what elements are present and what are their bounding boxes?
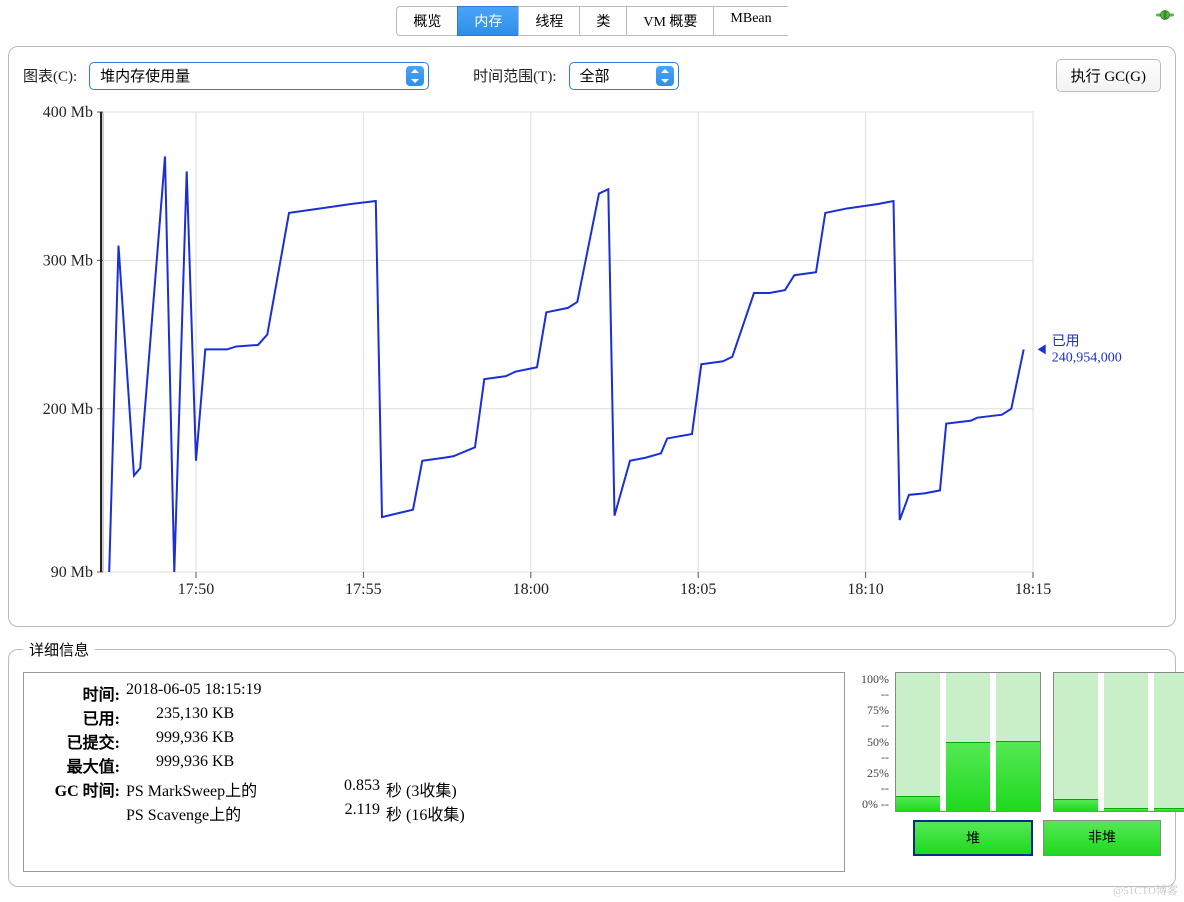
chart-select[interactable]: 堆内存使用量	[89, 62, 429, 90]
details-table: 时间:2018-06-05 18:15:19 已用:235,130 KB 已提交…	[23, 672, 845, 872]
perform-gc-button[interactable]: 执行 GC(G)	[1056, 59, 1161, 92]
chart-panel: 图表(C): 堆内存使用量 时间范围(T): 全部 执行 GC(G) 90 Mb…	[8, 46, 1176, 627]
gc1-collector: PS MarkSweep上的	[126, 777, 306, 801]
svg-text:18:05: 18:05	[680, 581, 716, 598]
max-value: 999,936 KB	[126, 753, 234, 777]
time-range-label: 时间范围(T):	[473, 65, 556, 86]
tab-overview[interactable]: 概览	[396, 6, 457, 36]
memory-pools: 100% -- 75% -- 50% -- 25% -- 0% --	[861, 672, 1161, 872]
connection-status-icon	[1156, 8, 1174, 22]
details-fieldset: 详细信息 时间:2018-06-05 18:15:19 已用:235,130 K…	[8, 639, 1176, 887]
heap-bar-0[interactable]	[896, 673, 940, 811]
svg-text:240,954,000: 240,954,000	[1052, 350, 1122, 365]
gc1-seconds: 0.853	[306, 777, 386, 801]
watermark: @51CTO博客	[1113, 882, 1178, 898]
svg-text:已用: 已用	[1052, 334, 1080, 349]
details-legend: 详细信息	[23, 639, 95, 660]
controls-row: 图表(C): 堆内存使用量 时间范围(T): 全部 执行 GC(G)	[23, 59, 1161, 92]
svg-text:18:10: 18:10	[847, 581, 883, 598]
nonheap-bar-1[interactable]	[1104, 673, 1148, 811]
nonheap-bars[interactable]	[1053, 672, 1184, 812]
max-label: 最大值:	[36, 753, 126, 777]
time-range-select[interactable]: 全部	[569, 62, 679, 90]
chart-select-value: 堆内存使用量	[100, 65, 190, 86]
heap-bars[interactable]	[895, 672, 1041, 812]
svg-text:400 Mb: 400 Mb	[43, 104, 93, 121]
tab-threads[interactable]: 线程	[518, 6, 579, 36]
time-range-value: 全部	[580, 65, 610, 86]
gc2-seconds: 2.119	[306, 801, 386, 825]
tab-bar: 概览 内存 线程 类 VM 概要 MBean	[0, 0, 1184, 40]
gc2-collector: PS Scavenge上的	[126, 801, 306, 825]
tick-75: 75% --	[861, 703, 889, 733]
used-value: 235,130 KB	[126, 705, 234, 729]
tab-mbean[interactable]: MBean	[713, 6, 787, 36]
updown-icon	[406, 66, 424, 86]
memory-usage-chart: 90 Mb 200 Mb 300 Mb 400 Mb 17:50 17:55 18:00 18…	[23, 102, 1163, 612]
heap-button[interactable]: 堆	[913, 820, 1033, 856]
time-label: 时间:	[36, 681, 126, 705]
gc-time-label: GC 时间:	[36, 777, 126, 801]
svg-text:18:15: 18:15	[1015, 581, 1051, 598]
time-value: 2018-06-05 18:15:19	[126, 681, 262, 705]
updown-icon	[656, 66, 674, 86]
tick-0: 0% --	[861, 797, 889, 812]
svg-text:200 Mb: 200 Mb	[43, 401, 93, 418]
tick-100: 100% --	[861, 672, 889, 702]
heap-bar-2[interactable]	[996, 673, 1040, 811]
nonheap-bar-2[interactable]	[1154, 673, 1184, 811]
gc2-suffix: 秒 (16收集)	[386, 801, 465, 825]
committed-label: 已提交:	[36, 729, 126, 753]
heap-bar-1[interactable]	[946, 673, 990, 811]
used-label: 已用:	[36, 705, 126, 729]
nonheap-bar-0[interactable]	[1054, 673, 1098, 811]
gc1-suffix: 秒 (3收集)	[386, 777, 457, 801]
tick-50: 50% --	[861, 735, 889, 765]
tab-memory[interactable]: 内存	[457, 6, 518, 36]
svg-text:90 Mb: 90 Mb	[51, 564, 93, 581]
nonheap-button[interactable]: 非堆	[1043, 820, 1161, 856]
tick-25: 25% --	[861, 766, 889, 796]
svg-text:18:00: 18:00	[513, 581, 549, 598]
svg-text:300 Mb: 300 Mb	[43, 252, 93, 269]
svg-text:17:50: 17:50	[178, 581, 214, 598]
tab-classes[interactable]: 类	[579, 6, 626, 36]
committed-value: 999,936 KB	[126, 729, 234, 753]
chart-select-label: 图表(C):	[23, 65, 77, 86]
tab-vm-summary[interactable]: VM 概要	[626, 6, 713, 36]
mini-ticks: 100% -- 75% -- 50% -- 25% -- 0% --	[861, 672, 889, 812]
svg-text:17:55: 17:55	[345, 581, 381, 598]
